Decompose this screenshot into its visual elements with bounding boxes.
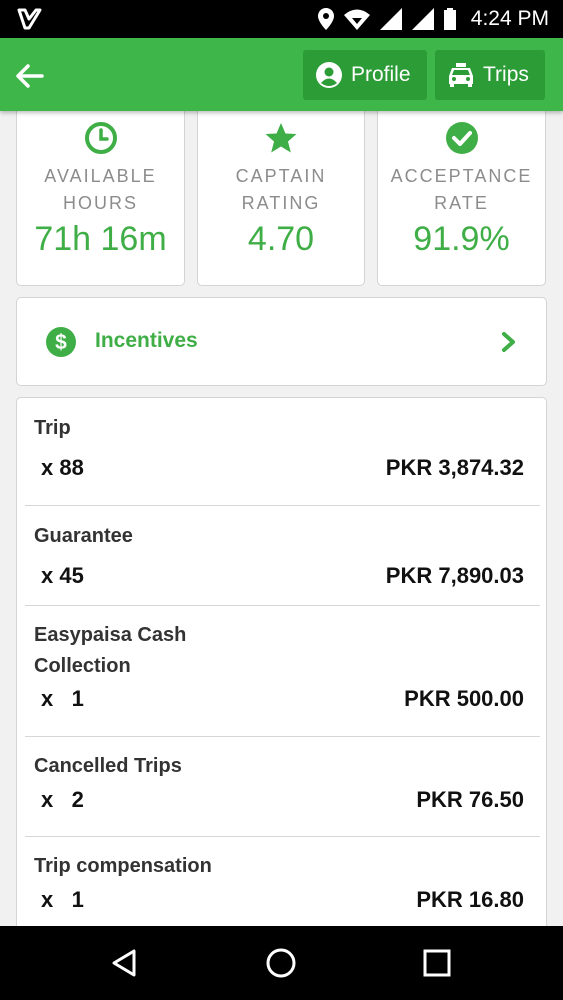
item-quantity: x 1 [41,887,84,912]
trips-button[interactable]: Trips [435,50,545,100]
list-item: Trip x 88 PKR 3,874.32 [17,398,546,506]
star-icon [265,123,297,153]
wifi-icon [343,9,370,30]
item-title: Trip compensation [34,855,212,877]
captain-rating-card: CAPTAIN RATING 4.70 [197,100,365,286]
profile-label: Profile [351,63,411,86]
item-title: Guarantee [34,525,133,547]
svg-text:$: $ [55,331,67,354]
signal-icon [411,8,434,30]
chevron-right-icon [502,332,515,352]
incentives-button[interactable]: $ Incentives [16,297,547,386]
recents-square-icon[interactable] [420,946,454,980]
stat-label: CAPTAIN RATING [235,166,327,213]
item-quantity: x 88 [41,455,84,480]
item-amount: PKR 7,890.03 [385,563,524,588]
stat-label: AVAILABLE HOURS [44,166,157,213]
item-title: Trip [34,417,71,439]
list-item: Trip compensation x 1 PKR 16.80 [17,837,546,936]
stat-label: ACCEPTANCE RATE [390,166,533,213]
profile-icon [316,62,342,88]
system-nav-bar [0,926,563,1000]
status-bar: 4:24 PM [0,0,563,38]
car-icon [449,63,473,87]
acceptance-rate-card: ACCEPTANCE RATE 91.9% [377,100,546,286]
battery-icon [443,8,456,30]
item-amount: PKR 16.80 [416,887,524,912]
item-title: Cancelled Trips [34,755,182,777]
clock-time: 4:24 PM [470,7,549,30]
item-amount: PKR 76.50 [416,787,524,812]
signal-icon [379,8,402,30]
clock-icon [84,122,117,154]
list-item: Guarantee x 45 PKR 7,890.03 [17,506,546,606]
list-item: Easypaisa Cash Collection x 1 PKR 500.00 [17,606,546,737]
available-hours-card: AVAILABLE HOURS 71h 16m [16,100,185,286]
home-circle-icon[interactable] [264,946,298,980]
item-quantity: x 2 [41,787,84,812]
earnings-breakdown-list: Trip x 88 PKR 3,874.32 Guarantee x 45 PK… [16,397,547,937]
item-quantity: x 1 [41,686,84,711]
stat-value: 91.9% [413,220,510,258]
item-quantity: x 45 [41,563,84,588]
trips-label: Trips [483,63,529,86]
item-amount: PKR 3,874.32 [385,455,524,480]
incentives-label: Incentives [95,329,198,352]
location-icon [317,8,334,30]
check-circle-icon [445,122,478,154]
item-title: Easypaisa Cash Collection [34,624,187,677]
item-amount: PKR 500.00 [404,686,524,711]
app-header: Profile Trips [0,38,563,111]
dollar-circle-icon: $ [46,327,76,357]
app-logo-icon [17,8,42,30]
arrow-left-icon[interactable] [14,60,46,92]
profile-button[interactable]: Profile [303,50,427,100]
stat-value: 4.70 [247,220,315,258]
list-item: Cancelled Trips x 2 PKR 76.50 [17,737,546,837]
stat-value: 71h 16m [34,220,167,258]
back-triangle-icon[interactable] [108,946,142,980]
